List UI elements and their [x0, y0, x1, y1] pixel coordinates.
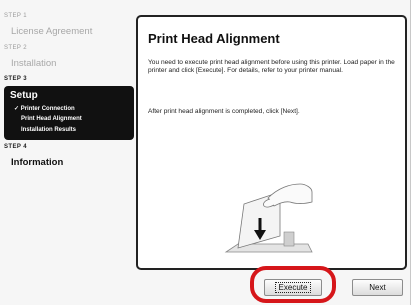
step-1-number: STEP 1 — [4, 13, 27, 19]
step-2-title: Installation — [11, 58, 57, 69]
sub-step-print-head-alignment: Print Head Alignment — [21, 116, 82, 122]
execute-highlight-circle — [250, 266, 336, 303]
page-title: Print Head Alignment — [148, 31, 280, 46]
steps-sidebar: STEP 1 License Agreement STEP 2 Installa… — [0, 0, 140, 305]
instructions-text: You need to execute print head alignment… — [148, 59, 395, 75]
step-1-title: License Agreement — [11, 26, 93, 37]
content-panel: Print Head Alignment You need to execute… — [136, 15, 407, 270]
step-2-number: STEP 2 — [4, 45, 27, 51]
step-3-number: STEP 3 — [4, 76, 27, 82]
next-instructions-text: After print head alignment is completed,… — [148, 108, 300, 115]
step-4-title: Information — [11, 157, 64, 168]
sub-step-installation-results: Installation Results — [21, 127, 77, 133]
installer-window: STEP 1 License Agreement STEP 2 Installa… — [0, 0, 411, 305]
next-button[interactable]: Next — [352, 279, 403, 296]
next-button-label: Next — [369, 283, 386, 292]
sub-step-printer-connection: ✓ Printer Connection — [14, 106, 75, 112]
paper-loading-hand-illustration — [224, 183, 313, 253]
step-3-active-panel: Setup ✓ Printer Connection Print Head Al… — [4, 86, 134, 140]
step-4-number: STEP 4 — [4, 144, 27, 150]
step-3-title: Setup — [10, 90, 38, 101]
